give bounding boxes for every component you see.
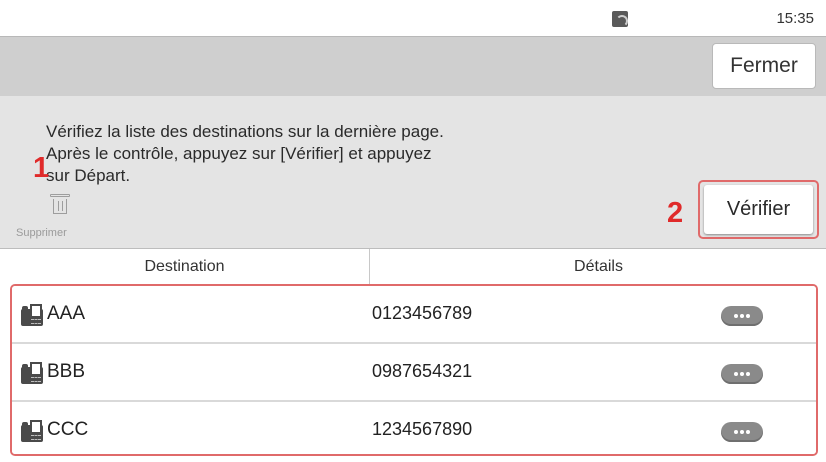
destination-number: 0123456789 [372, 303, 473, 323]
instruction-line: Après le contrôle, appuyez sur [Vérifier… [46, 144, 432, 163]
delete-button[interactable]: Supprimer [16, 192, 92, 239]
header-band: Fermer [0, 36, 826, 96]
message-area: Vérifiez la liste des destinations sur l… [0, 96, 826, 248]
instruction-line: sur Départ. [46, 166, 131, 185]
destination-name: AAA [47, 303, 86, 324]
instruction-text: Vérifiez la liste des destinations sur l… [46, 121, 566, 187]
more-icon[interactable] [721, 422, 763, 442]
trash-icon [50, 194, 70, 214]
column-header-details[interactable]: Détails [371, 249, 826, 285]
callout-1: 1 [33, 152, 50, 184]
destination-number: 0987654321 [372, 361, 473, 381]
clock: 15:35 [776, 10, 814, 27]
destination-name: CCC [47, 419, 89, 440]
table-row[interactable]: BBB 0987654321 [12, 344, 816, 400]
destination-name: BBB [47, 361, 86, 382]
close-button[interactable]: Fermer [712, 43, 816, 89]
more-icon[interactable] [721, 364, 763, 384]
fax-icon [21, 362, 43, 384]
network-status-icon [612, 11, 628, 27]
column-header-destination[interactable]: Destination [0, 249, 370, 285]
destination-number: 1234567890 [372, 419, 473, 439]
verify-highlight: Vérifier [698, 180, 819, 239]
table-header: Destination Détails [0, 248, 826, 285]
verify-button[interactable]: Vérifier [704, 185, 813, 234]
fax-icon [21, 304, 43, 326]
table-row[interactable]: AAA 0123456789 [12, 286, 816, 342]
fax-icon [21, 420, 43, 442]
destination-list: AAA 0123456789 BBB 0987654321 CCC 123456… [10, 284, 818, 456]
status-bar: 15:35 [0, 0, 826, 36]
table-row[interactable]: CCC 1234567890 [12, 402, 816, 454]
callout-2: 2 [667, 197, 684, 229]
delete-label: Supprimer [16, 227, 67, 239]
more-icon[interactable] [721, 306, 763, 326]
instruction-line: Vérifiez la liste des destinations sur l… [46, 122, 444, 141]
